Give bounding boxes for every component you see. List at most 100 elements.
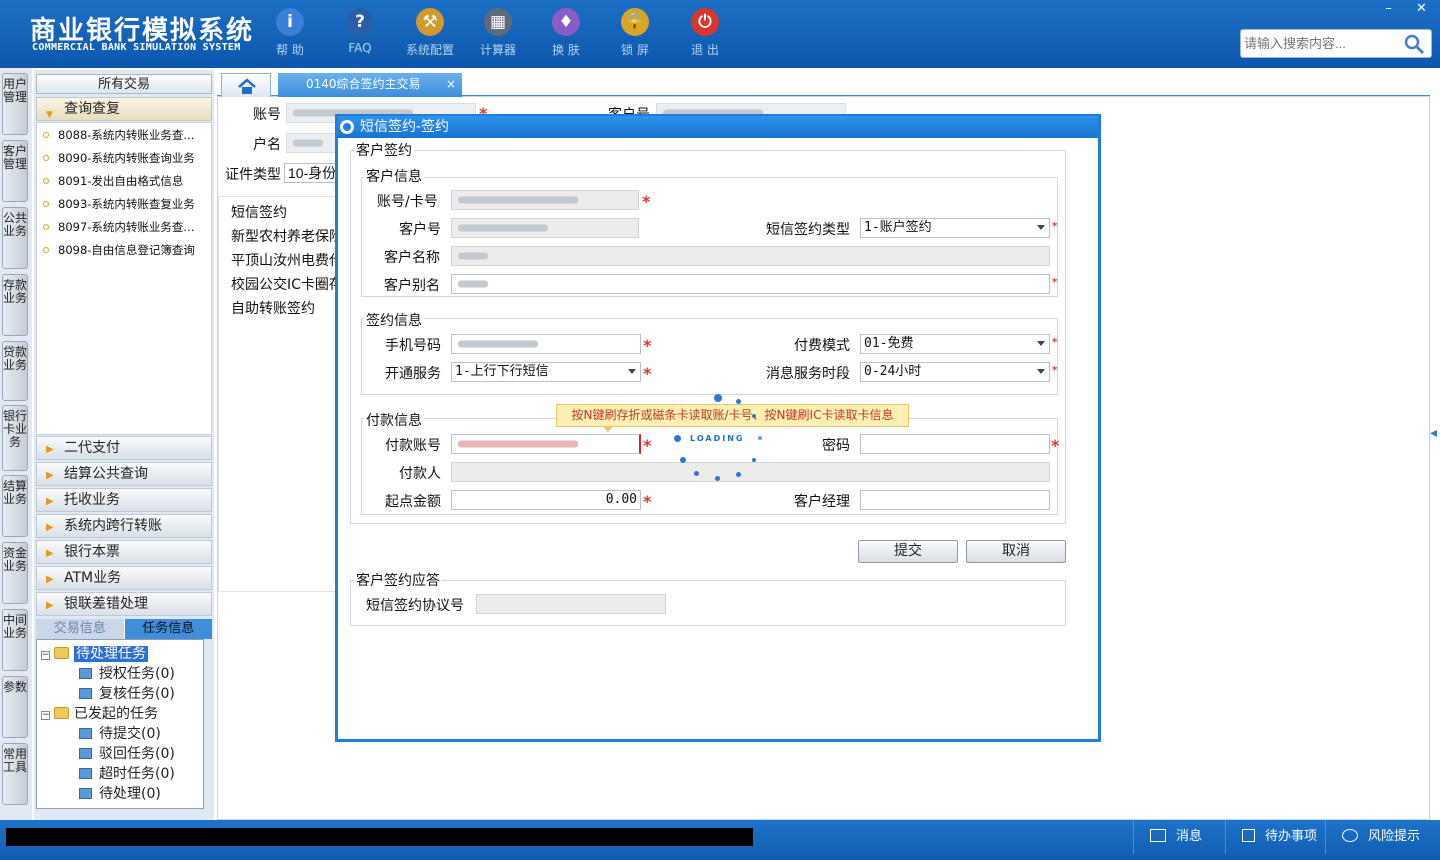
close-tab-icon[interactable]: × — [446, 73, 456, 96]
tree-node-rejected[interactable]: 驳回任务(0) — [79, 743, 175, 763]
customer-name-field[interactable] — [451, 246, 1050, 266]
skin-button[interactable]: ♦ 换 肤 — [536, 8, 596, 60]
home-tab[interactable] — [221, 73, 271, 97]
sms-type-select[interactable]: 1-账户签约 — [860, 218, 1050, 238]
vertical-tab-8[interactable]: 中间业务 — [2, 609, 28, 671]
phone-field[interactable] — [451, 334, 641, 354]
vertical-tab-3[interactable]: 存款业务 — [2, 274, 28, 336]
sign-type-item[interactable]: 自助转账签约 — [231, 298, 335, 318]
tree-node-label: 授权任务(0) — [99, 666, 175, 682]
sign-type-item[interactable]: 校园公交IC卡圈存 — [231, 274, 335, 294]
messages-button[interactable]: 消息 — [1133, 820, 1225, 854]
query-item-label: 8097-系统内转账业务查... — [58, 220, 195, 234]
manager-field[interactable] — [860, 490, 1050, 510]
query-item[interactable]: 8098-自由信息登记簿查询 — [43, 242, 195, 258]
vertical-tab-4[interactable]: 贷款业务 — [2, 341, 28, 401]
section-header[interactable]: ▶ 银联差错处理 — [36, 592, 212, 616]
fee-mode-select[interactable]: 01-免费 — [860, 334, 1050, 354]
tab-sign-transaction[interactable]: 0140综合签约主交易 × — [278, 73, 462, 97]
service-time-select[interactable]: 0-24小时 — [860, 362, 1050, 382]
protocol-no-field[interactable] — [476, 594, 666, 614]
query-item[interactable]: 8091-发出自由格式信息 — [43, 173, 183, 189]
query-item[interactable]: 8088-系统内转账业务查... — [43, 127, 194, 143]
sign-type-item[interactable]: 短信签约 — [231, 202, 335, 222]
vertical-tab-9[interactable]: 参数 — [2, 676, 28, 738]
account-card-field[interactable] — [451, 190, 639, 210]
vertical-tab-5[interactable]: 银行卡业务 — [2, 405, 28, 471]
tree-node-pending[interactable]: − 待处理任务 — [41, 643, 148, 663]
system-config-label: 系统配置 — [405, 43, 454, 57]
search-icon[interactable] — [1403, 33, 1425, 55]
section-header[interactable]: ▶ ATM业务 — [36, 566, 212, 590]
payer-label: 付款人 — [399, 466, 441, 482]
tab-task-info[interactable]: 任务信息 — [123, 619, 212, 639]
service-label: 开通服务 — [385, 366, 441, 382]
folder-icon — [54, 707, 69, 719]
section-header[interactable]: ▶ 二代支付 — [36, 436, 212, 460]
toolbox-icon: ⚒ — [416, 8, 444, 36]
calculator-button[interactable]: ▦ 计算器 — [468, 8, 528, 60]
faq-label: FAQ — [348, 41, 372, 55]
cancel-button[interactable]: 取消 — [966, 540, 1066, 563]
customer-no-label-dialog: 客户号 — [399, 222, 441, 238]
service-select[interactable]: 1-上行下行短信 — [451, 362, 641, 382]
collapsed-arrow-icon: ▶ — [46, 444, 54, 455]
section-header[interactable]: ▶ 托收业务 — [36, 488, 212, 512]
tree-node-timeout[interactable]: 超时任务(0) — [79, 763, 175, 783]
tab-transaction-info[interactable]: 交易信息 — [36, 619, 124, 639]
search-input[interactable] — [1244, 33, 1404, 54]
task-icon — [79, 688, 92, 699]
vertical-tab-10[interactable]: 常用工具 — [2, 743, 28, 805]
tree-node-review[interactable]: 复核任务(0) — [79, 683, 175, 703]
vertical-tab-1[interactable]: 客户管理 — [2, 140, 28, 202]
skin-label: 换 肤 — [552, 43, 580, 57]
query-item[interactable]: 8090-系统内转账查询业务 — [43, 150, 195, 166]
system-config-button[interactable]: ⚒ 系统配置 — [400, 8, 460, 60]
required-mark: * — [1052, 337, 1058, 348]
loading-dot — [752, 414, 756, 418]
vertical-tab-0[interactable]: 用户管理 — [2, 73, 28, 135]
customer-no-field-dialog[interactable] — [451, 218, 639, 238]
query-item[interactable]: 8097-系统内转账业务查... — [43, 219, 194, 235]
risk-button[interactable]: 风险提示 — [1325, 820, 1440, 854]
customer-sign-legend: 客户签约 — [354, 140, 414, 160]
start-amount-field[interactable]: 0.00 — [451, 490, 641, 510]
pay-account-field[interactable] — [451, 434, 641, 454]
tree-node-authorize[interactable]: 授权任务(0) — [79, 663, 175, 683]
submit-button[interactable]: 提交 — [858, 540, 958, 563]
query-section-header[interactable]: ▼ 查询查复 — [36, 97, 212, 121]
vertical-tab-6[interactable]: 结算业务 — [2, 475, 28, 537]
exit-button[interactable]: ⏻ 退 出 — [675, 8, 735, 60]
sign-info-fieldset — [361, 318, 1058, 395]
lock-icon: 🔒 — [621, 8, 649, 36]
phone-label: 手机号码 — [385, 338, 441, 354]
required-mark: * — [642, 192, 651, 211]
close-window-button[interactable]: ✕ — [1405, 0, 1438, 18]
id-type-select[interactable]: 10-身份 — [284, 163, 338, 183]
vertical-tab-2[interactable]: 公共业务 — [2, 207, 28, 269]
tree-node-to-submit[interactable]: 待提交(0) — [79, 723, 161, 743]
section-header[interactable]: ▶ 结算公共查询 — [36, 462, 212, 486]
collapse-right-icon[interactable]: ◂ — [1430, 425, 1440, 465]
section-header[interactable]: ▶ 银行本票 — [36, 540, 212, 564]
minimize-button[interactable]: – — [1372, 0, 1405, 18]
query-item[interactable]: 8093-系统内转账查复业务 — [43, 196, 195, 212]
vertical-tab-7[interactable]: 资金业务 — [2, 542, 28, 604]
password-field[interactable] — [860, 434, 1050, 454]
sign-type-item[interactable]: 平顶山汝州电费代 — [231, 250, 335, 270]
payer-field[interactable] — [451, 462, 1050, 482]
lock-screen-button[interactable]: 🔒 锁 屏 — [605, 8, 665, 60]
tree-node-initiated[interactable]: − 已发起的任务 — [41, 703, 158, 723]
messages-label: 消息 — [1176, 829, 1203, 844]
bullet-icon — [43, 201, 49, 207]
customer-alias-field[interactable] — [451, 274, 1050, 294]
section-header[interactable]: ▶ 系统内跨行转账 — [36, 514, 212, 538]
sign-type-item[interactable]: 新型农村养老保险 — [231, 226, 335, 246]
task-tree: − 待处理任务 授权任务(0) 复核任务(0) − 已发起的任务 待提交(0) 驳回… — [36, 639, 204, 809]
tree-node-to-process[interactable]: 待处理(0) — [79, 783, 161, 803]
name-field[interactable] — [286, 133, 336, 153]
todo-button[interactable]: 待办事项 — [1225, 820, 1325, 854]
required-mark: * — [643, 336, 652, 355]
help-button[interactable]: i 帮 助 — [260, 8, 320, 60]
faq-button[interactable]: ? FAQ — [330, 8, 390, 60]
